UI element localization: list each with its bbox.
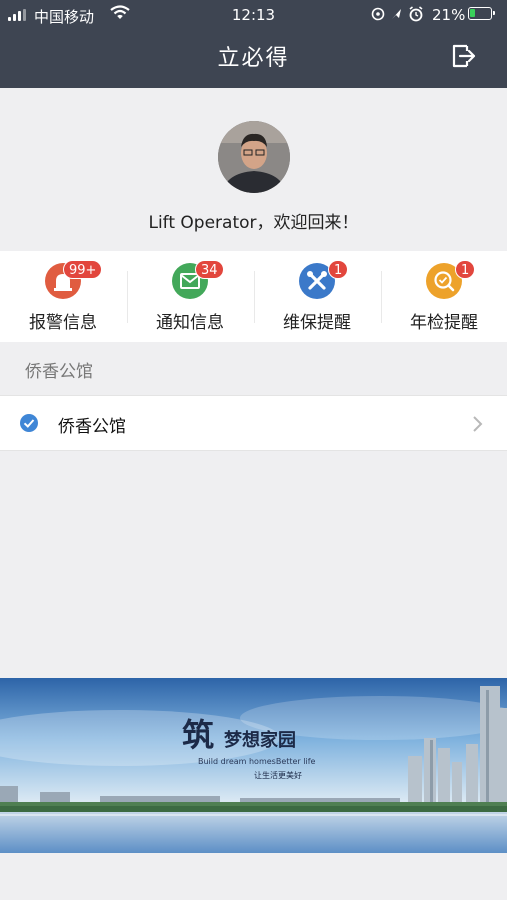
list-item-label: 侨香公馆: [58, 417, 126, 437]
app-header: 中国移动 12:13 21% 立必得: [0, 0, 507, 88]
menu-alarm-info[interactable]: 99+ 报警信息: [0, 251, 126, 342]
section-title: 侨香公馆: [25, 362, 93, 382]
banner-title: 梦想家园: [224, 730, 296, 751]
battery-percent: 21%: [432, 6, 466, 24]
battery-icon: [468, 7, 495, 20]
banner-slogan: 让生活更美好: [254, 771, 302, 780]
avatar-image: [218, 121, 290, 193]
quick-menu: 99+ 报警信息 34 通知信息 1 维保提醒 1 年检提醒: [0, 251, 507, 342]
chevron-right-icon: [473, 416, 483, 432]
status-time: 12:13: [231, 6, 276, 24]
maintenance-badge: 1: [328, 260, 349, 279]
check-circle-icon: [20, 414, 38, 432]
avatar[interactable]: [218, 121, 290, 193]
notice-badge: 34: [195, 260, 224, 279]
logout-icon[interactable]: [450, 42, 478, 70]
menu-label: 通知信息: [156, 313, 224, 333]
list-item[interactable]: 侨香公馆: [0, 395, 507, 451]
inspection-badge: 1: [455, 260, 476, 279]
menu-notice-info[interactable]: 34 通知信息: [127, 251, 253, 342]
status-icons: [371, 6, 423, 22]
banner-subtitle: Build dream homesBetter life: [198, 757, 316, 766]
menu-label: 维保提醒: [283, 313, 351, 333]
menu-annual-inspection[interactable]: 1 年检提醒: [381, 251, 507, 342]
alarm-badge: 99+: [63, 260, 103, 279]
status-bar: 中国移动 12:13 21%: [0, 0, 507, 30]
page-title: 立必得: [217, 46, 290, 71]
menu-maintenance-reminder[interactable]: 1 维保提醒: [254, 251, 380, 342]
menu-label: 年检提醒: [410, 313, 478, 333]
menu-label: 报警信息: [29, 313, 97, 333]
welcome-text: Lift Operator，欢迎回来！: [148, 213, 359, 233]
banner-title-big: 筑: [182, 716, 215, 754]
